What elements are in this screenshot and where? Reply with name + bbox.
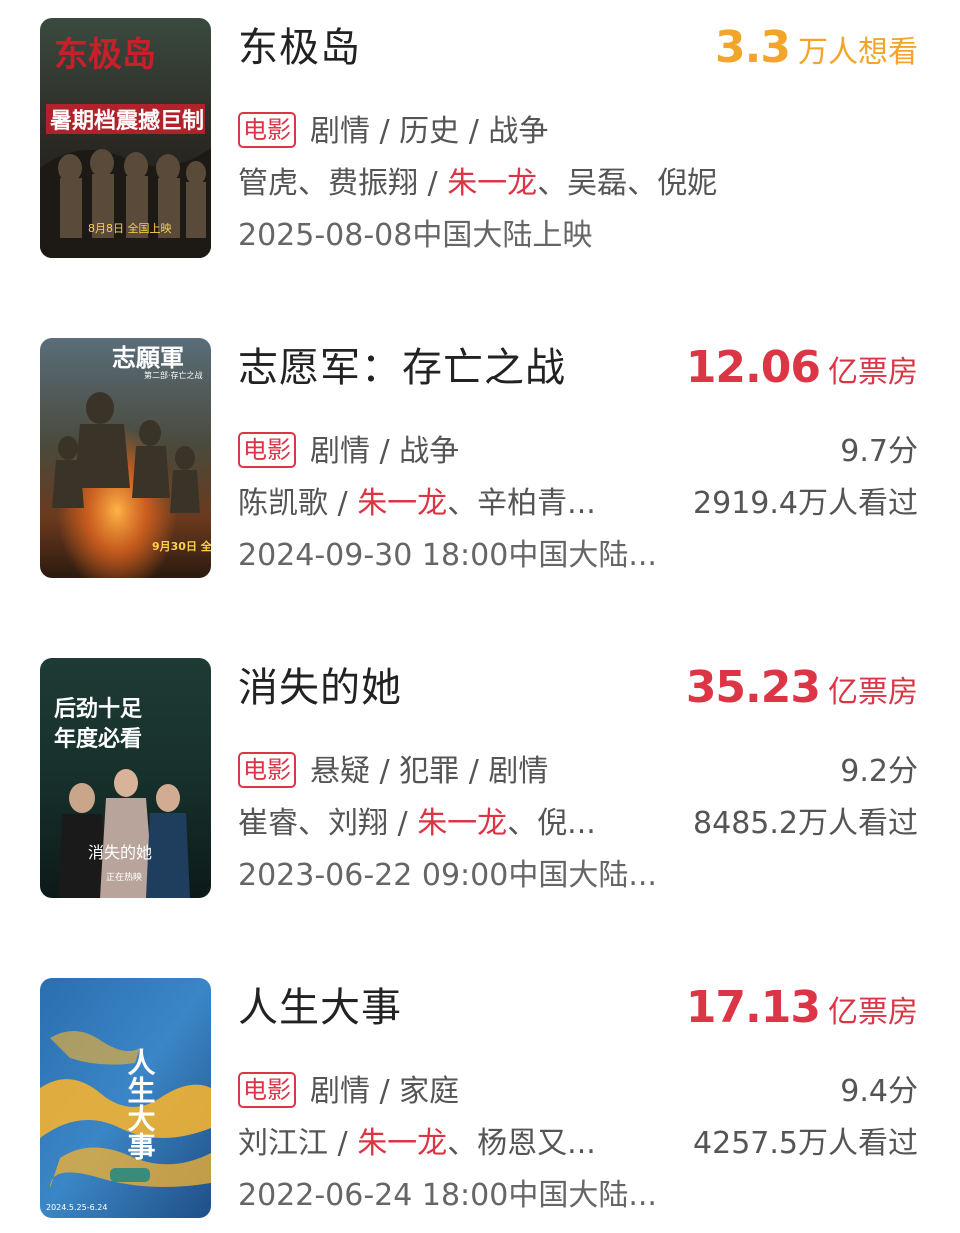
box-office: 35.23 亿票房 <box>686 662 918 719</box>
cast-highlight[interactable]: 朱一龙 <box>357 486 447 521</box>
movie-title[interactable]: 东极岛 <box>238 24 361 72</box>
movie-list: 东极岛 暑期档震撼巨制 8月8日 全国上映 东极岛 3.3 万人想看 电影 剧情 … <box>0 0 960 1233</box>
rating-score: 9.7分 <box>840 434 918 469</box>
movie-poster-image[interactable]: 后劲十足 年度必看 消失的她 正在热映 <box>40 658 211 898</box>
box-office: 12.06 亿票房 <box>686 342 918 399</box>
metric-unit: 亿票房 <box>828 995 918 1030</box>
genres: 悬疑 / 犯罪 / 剧情 <box>310 754 549 789</box>
poster-title-text: 志願軍 <box>112 343 184 372</box>
genre-line: 电影 悬疑 / 犯罪 / 剧情 <box>238 752 548 792</box>
rating-score: 9.2分 <box>840 754 918 789</box>
poster-date-text: 8月8日 全国上映 <box>88 221 172 235</box>
release-date: 2023-06-22 09:00中国大陆... <box>238 858 657 893</box>
movie-poster-image[interactable]: 人生大事 2024.5.25-6.24 <box>40 978 211 1218</box>
cast-highlight[interactable]: 朱一龙 <box>447 166 537 201</box>
poster-date-text: 9月30日 全国上映 <box>152 539 211 553</box>
genres: 剧情 / 家庭 <box>310 1074 460 1109</box>
metric-value: 35.23 <box>685 662 821 713</box>
poster-date-text: 正在热映 <box>106 871 142 883</box>
cast-pre: 刘江江 / <box>238 1126 358 1161</box>
cast-highlight[interactable]: 朱一龙 <box>417 806 507 841</box>
poster-title-text: 东极岛 <box>54 35 156 75</box>
box-office: 17.13 亿票房 <box>686 982 918 1039</box>
poster-banner-text: 暑期档震撼巨制 <box>50 108 204 134</box>
genres: 剧情 / 历史 / 战争 <box>310 114 549 149</box>
poster-tagline-1: 后劲十足 <box>54 696 142 722</box>
movie-title[interactable]: 消失的她 <box>238 664 402 712</box>
cast-line: 陈凯歌 / 朱一龙、辛柏青... <box>238 484 596 524</box>
movie-type-badge: 电影 <box>238 432 296 468</box>
movie-type-badge: 电影 <box>238 752 296 788</box>
metric-value: 12.06 <box>685 342 821 393</box>
metric-unit: 亿票房 <box>828 675 918 710</box>
cast-pre: 管虎、费振翔 / <box>238 166 448 201</box>
genre-line: 电影 剧情 / 家庭 <box>238 1072 459 1112</box>
watched-count: 8485.2万人看过 <box>693 806 918 841</box>
metric-unit: 万人想看 <box>798 35 918 70</box>
poster-title-text: 消失的她 <box>88 843 152 862</box>
movie-card[interactable]: 志願軍 第二部·存亡之战 9月30日 全国上映 志愿军：存亡之战 12.06 亿… <box>0 336 960 586</box>
cast-post: 、辛柏青... <box>447 486 596 521</box>
release-date: 2025-08-08中国大陆上映 <box>238 218 593 253</box>
cast-post: 、倪... <box>507 806 596 841</box>
want-to-see-count: 3.3 万人想看 <box>715 22 918 79</box>
rating-score: 9.4分 <box>840 1074 918 1109</box>
cast-pre: 陈凯歌 / <box>238 486 358 521</box>
cast-line: 刘江江 / 朱一龙、杨恩又... <box>238 1124 596 1164</box>
genres: 剧情 / 战争 <box>310 434 460 469</box>
cast-highlight[interactable]: 朱一龙 <box>357 1126 447 1161</box>
movie-type-badge: 电影 <box>238 1072 296 1108</box>
cast-line: 崔睿、刘翔 / 朱一龙、倪... <box>238 804 596 844</box>
movie-title[interactable]: 志愿军：存亡之战 <box>238 344 566 392</box>
watched-count: 2919.4万人看过 <box>693 486 918 521</box>
release-date: 2024-09-30 18:00中国大陆... <box>238 538 657 573</box>
movie-card[interactable]: 人生大事 2024.5.25-6.24 人生大事 17.13 亿票房 电影 剧情 … <box>0 976 960 1226</box>
cast-post: 、杨恩又... <box>447 1126 596 1161</box>
metric-value: 3.3 <box>715 22 791 73</box>
movie-card[interactable]: 后劲十足 年度必看 消失的她 正在热映 消失的她 35.23 亿票房 电影 悬疑 … <box>0 656 960 906</box>
movie-title[interactable]: 人生大事 <box>238 984 402 1032</box>
cast-post: 、吴磊、倪妮 <box>537 166 718 201</box>
poster-title-text: 人生大事 <box>124 1048 157 1161</box>
genre-line: 电影 剧情 / 战争 <box>238 432 459 472</box>
watched-count: 4257.5万人看过 <box>693 1126 918 1161</box>
movie-type-badge: 电影 <box>238 112 296 148</box>
movie-card[interactable]: 东极岛 暑期档震撼巨制 8月8日 全国上映 东极岛 3.3 万人想看 电影 剧情 … <box>0 16 960 266</box>
poster-date-text: 2024.5.25-6.24 <box>46 1203 107 1212</box>
movie-poster-image[interactable]: 志願軍 第二部·存亡之战 9月30日 全国上映 <box>40 338 211 578</box>
genre-line: 电影 剧情 / 历史 / 战争 <box>238 112 548 152</box>
poster-tagline-2: 年度必看 <box>54 726 142 752</box>
cast-line: 管虎、费振翔 / 朱一龙、吴磊、倪妮 <box>238 164 717 204</box>
metric-unit: 亿票房 <box>828 355 918 390</box>
movie-poster-image[interactable]: 东极岛 暑期档震撼巨制 8月8日 全国上映 <box>40 18 211 258</box>
poster-subtitle-text: 第二部·存亡之战 <box>144 370 203 380</box>
metric-value: 17.13 <box>685 982 821 1033</box>
release-date: 2022-06-24 18:00中国大陆... <box>238 1178 657 1213</box>
cast-pre: 崔睿、刘翔 / <box>238 806 418 841</box>
